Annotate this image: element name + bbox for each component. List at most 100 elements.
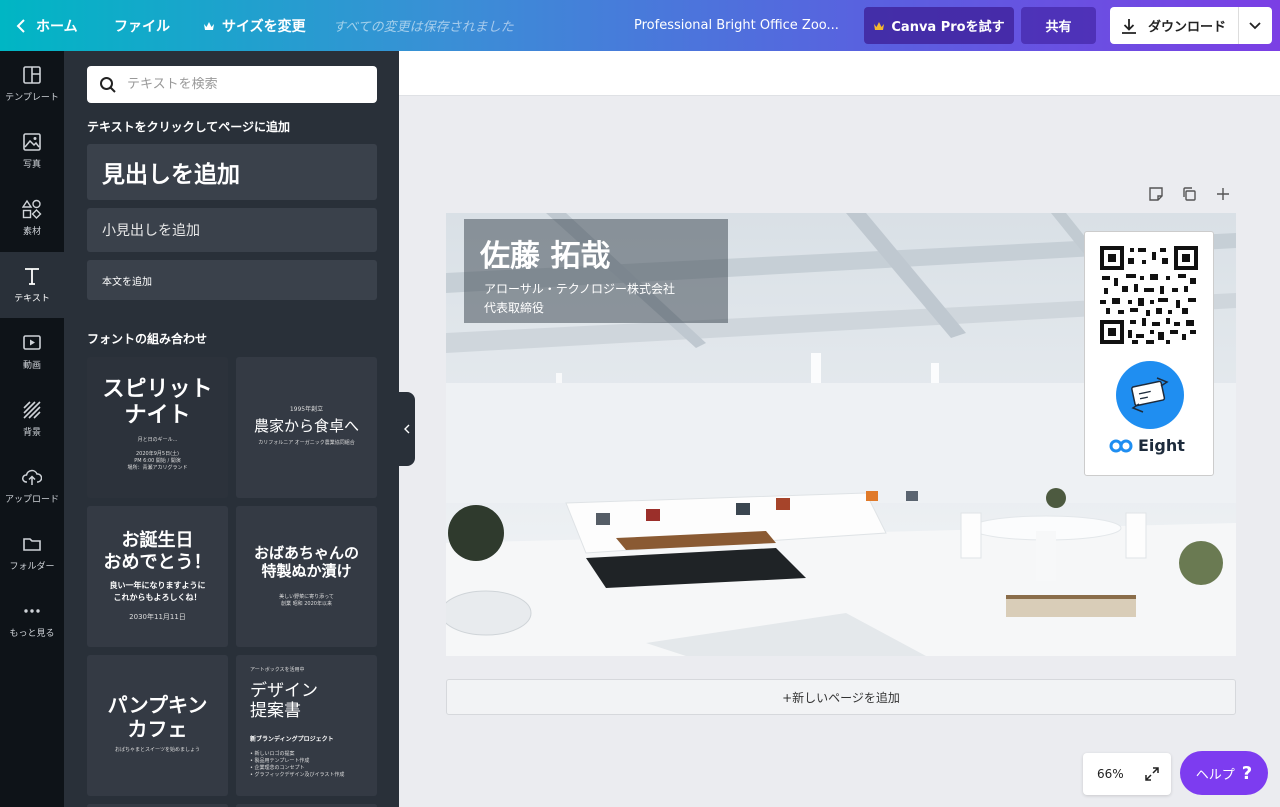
combo-title: おばあちゃんの 特製ぬか漬け: [253, 544, 359, 580]
resize-label: サイズを変更: [222, 18, 306, 35]
combo-subtitle: 良い一年になりますように これからもよろしくね！: [109, 581, 206, 602]
collapse-panel-button[interactable]: [399, 392, 415, 466]
nav-label: 背景: [22, 428, 41, 438]
font-combo-tile[interactable]: スピリット ナイト 月と日のギール... 2020年9月5日(土) PM 6:0…: [87, 357, 228, 498]
eight-qr-card[interactable]: Eight: [1084, 231, 1214, 476]
qr-code: [1100, 246, 1198, 344]
combo-line: 2030年11月11日: [129, 613, 186, 621]
home-button[interactable]: ホーム: [16, 0, 78, 51]
text-panel: テキストをクリックしてページに追加 見出しを追加 小見出しを追加 本文を追加 フ…: [64, 51, 399, 807]
save-status: すべての変更は保存されました: [333, 20, 514, 35]
more-icon: [24, 609, 40, 613]
font-combo-tile[interactable]: パンプキン カフェ おばちゃまとスイーツを始めましょう: [87, 655, 228, 796]
person-name[interactable]: 佐藤 拓哉: [480, 231, 610, 275]
nav-label: アップロード: [4, 495, 59, 505]
pro-label: Canva Proを試す: [891, 20, 1005, 35]
help-label: ヘルプ: [1195, 767, 1235, 783]
search-input[interactable]: [127, 77, 367, 92]
nav-label: テキスト: [14, 294, 50, 304]
eight-logo-icon: [1109, 439, 1133, 452]
left-nav: テンプレート 写真 素材 テキスト 動画 背景 アップロード フォルダー もっと…: [0, 51, 64, 807]
combo-title: パンプキン カフェ: [107, 693, 208, 741]
download-button[interactable]: ダウンロード: [1110, 7, 1272, 44]
nav-label: テンプレート: [5, 93, 59, 103]
share-button[interactable]: 共有: [1021, 7, 1096, 44]
nav-label: 写真: [22, 160, 41, 170]
nav-item-text[interactable]: テキスト: [0, 252, 64, 318]
search-box[interactable]: [87, 66, 377, 103]
zoom-control[interactable]: 66%: [1083, 753, 1171, 795]
design-canvas[interactable]: 佐藤 拓哉 アローサル・テクノロジー株式会社 代表取締役 Eight: [446, 213, 1236, 656]
elements-icon: [22, 199, 42, 219]
notes-icon[interactable]: [1148, 186, 1164, 202]
document-title[interactable]: Professional Bright Office Zoo...: [634, 0, 839, 51]
add-page-icon[interactable]: [1215, 186, 1231, 202]
resize-button[interactable]: サイズを変更: [203, 0, 306, 51]
name-block[interactable]: 佐藤 拓哉 アローサル・テクノロジー株式会社 代表取締役: [464, 219, 728, 323]
download-label: ダウンロード: [1148, 20, 1227, 35]
nav-label: 素材: [22, 227, 41, 237]
template-icon: [23, 66, 41, 84]
combo-title: デザイン 提案書: [250, 681, 318, 722]
combo-title: お誕生日 おめでとう！: [103, 530, 212, 573]
combo-title: スピリット ナイト: [102, 377, 213, 429]
company-name[interactable]: アローサル・テクノロジー株式会社: [484, 280, 675, 297]
nav-label: フォルダー: [9, 562, 55, 572]
nav-item-photos[interactable]: 写真: [0, 118, 64, 184]
eight-logo-text: Eight: [1138, 436, 1185, 455]
nav-item-upload[interactable]: アップロード: [0, 453, 64, 519]
background-icon: [23, 401, 41, 419]
nav-item-elements[interactable]: 素材: [0, 185, 64, 251]
font-combo-tile[interactable]: お誕生日 おめでとう！ 良い一年になりますように これからもよろしくね！ 203…: [87, 506, 228, 647]
editor-toolbar: [399, 51, 1280, 96]
font-combo-tile[interactable]: おばあちゃんの 特製ぬか漬け 美しい野菜に寄り添って 創業 昭和 2020年以来: [236, 506, 377, 647]
fullscreen-icon[interactable]: [1144, 766, 1160, 782]
combo-line: 創業 昭和 2020年以来: [281, 601, 332, 607]
font-combo-tile[interactable]: 1995年創立 農家から食卓へ カリフォルニア オーガニック農業協同組合: [236, 357, 377, 498]
nav-label: 動画: [22, 361, 41, 371]
nav-item-video[interactable]: 動画: [0, 319, 64, 385]
duplicate-page-icon[interactable]: [1181, 186, 1197, 202]
zoom-level[interactable]: 66%: [1097, 767, 1124, 781]
folder-icon: [23, 538, 41, 551]
crown-icon: [204, 21, 214, 30]
add-new-page-button[interactable]: +新しいページを追加: [446, 679, 1236, 715]
combo-pretitle: アートボックスを活用中: [250, 667, 305, 673]
click-to-add-label: テキストをクリックしてページに追加: [87, 120, 291, 134]
font-combo-tile[interactable]: アートボックスを活用中 デザイン 提案書 新ブランディングプロジェクト • 新し…: [236, 655, 377, 796]
share-label: 共有: [1045, 20, 1072, 35]
combo-pretitle: 1995年創立: [289, 406, 324, 413]
combo-line: カリフォルニア オーガニック農業協同組合: [258, 440, 355, 446]
home-label: ホーム: [36, 18, 78, 35]
nav-label: もっと見る: [9, 629, 55, 639]
try-canva-pro-button[interactable]: Canva Proを試す: [864, 7, 1014, 44]
download-divider: [1238, 7, 1239, 44]
nav-item-folder[interactable]: フォルダー: [0, 520, 64, 586]
combo-line: 月と日のギール...: [137, 437, 178, 443]
nav-item-templates[interactable]: テンプレート: [0, 51, 64, 117]
combo-line: おばちゃまとスイーツを始めましょう: [115, 747, 200, 753]
search-icon: [100, 76, 116, 93]
job-title[interactable]: 代表取締役: [484, 299, 544, 316]
add-heading-button[interactable]: 見出しを追加: [87, 144, 377, 200]
combo-line: • グラフィックデザイン及びイラスト作成: [250, 772, 345, 778]
combo-line: 場所：青瀬アカリグランド: [127, 465, 188, 471]
help-question-icon: ?: [1241, 762, 1253, 784]
upload-icon: [22, 469, 42, 485]
font-combinations-label: フォントの組み合わせ: [87, 332, 208, 346]
crown-icon: [874, 21, 885, 30]
help-button[interactable]: ヘルプ ?: [1180, 751, 1268, 795]
nav-item-background[interactable]: 背景: [0, 386, 64, 452]
text-icon: [25, 268, 39, 285]
combo-subtitle: 新ブランディングプロジェクト: [250, 736, 334, 743]
file-menu-button[interactable]: ファイル: [114, 0, 170, 51]
file-label: ファイル: [114, 18, 170, 35]
video-icon: [23, 335, 41, 350]
chevron-down-icon[interactable]: [1248, 17, 1262, 33]
nav-item-more[interactable]: もっと見る: [0, 587, 64, 653]
chevron-left-icon: [16, 18, 25, 33]
combo-title: 農家から食卓へ: [253, 417, 359, 435]
add-subheading-button[interactable]: 小見出しを追加: [87, 208, 377, 252]
add-body-text-button[interactable]: 本文を追加: [87, 260, 377, 300]
chevron-left-icon: [404, 424, 410, 434]
